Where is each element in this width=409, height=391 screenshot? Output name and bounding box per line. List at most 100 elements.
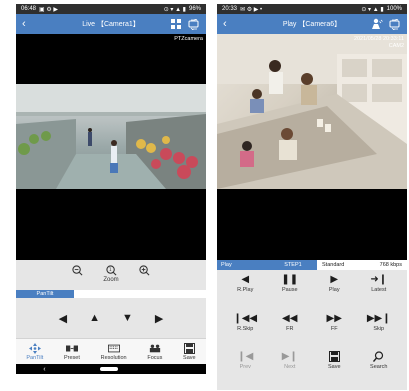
- system-back-icon[interactable]: ‹: [43, 366, 45, 373]
- status-bar: 06:48 ▣ ⚙ ▶ ⊙ ▾ ▲ ▮ 96%: [16, 4, 206, 14]
- nav-focus[interactable]: Focus: [147, 343, 162, 361]
- reverse-play-button[interactable]: ◀ R.Play: [223, 274, 268, 309]
- ctrl-label: R.Skip: [237, 325, 254, 332]
- pan-left-button[interactable]: ◀: [59, 312, 67, 325]
- tab-play[interactable]: Play: [217, 260, 269, 270]
- pan-right-button[interactable]: ▶: [155, 312, 163, 325]
- app-header: ‹ Play 【Camera6】: [217, 14, 407, 34]
- play-button[interactable]: ▶ Play: [312, 274, 357, 309]
- camera-feed-pharmacy: 2021/05/28 20:33:11 CAM2: [217, 34, 407, 189]
- nav-pantilt[interactable]: PanTilt: [26, 342, 44, 361]
- save-icon: [183, 342, 195, 354]
- camera-feed-supermarket: [16, 84, 206, 189]
- home-pill[interactable]: [100, 367, 119, 371]
- person-settings-icon[interactable]: [371, 18, 383, 30]
- video-view[interactable]: 2021/05/28 20:33:11 CAM2: [217, 34, 407, 260]
- ctrl-label: Latest: [371, 287, 387, 293]
- zoom-in-button[interactable]: [139, 265, 150, 276]
- playback-controls: ◀ R.Play ❚❚ Pause ▶ Play ➜❙ Latest ❙◀◀ R.Skip…: [217, 270, 407, 390]
- notification-icons: ✉ ⚙ ▶ •: [240, 6, 263, 13]
- battery-level: 96%: [188, 6, 201, 12]
- zoom-out-icon: [72, 265, 83, 276]
- nav-preset[interactable]: Preset: [64, 343, 80, 361]
- fast-forward-icon: ▶▶: [326, 312, 342, 324]
- skip-icon: ▶▶❙: [366, 312, 391, 324]
- resolution-icon: [107, 343, 120, 354]
- ctrl-label: Play: [328, 287, 340, 293]
- app-header: ‹ Live 【Camera1】: [16, 14, 206, 34]
- reverse-play-icon: ◀: [241, 274, 250, 285]
- status-bar: 20:33 ✉ ⚙ ▶ • ⊙ ▾ ▲ ▮ 100%: [217, 4, 407, 14]
- control-tabs: PanTilt: [16, 290, 206, 298]
- pantilt-controls: ◀ ▲ ▼ ▶: [16, 298, 206, 338]
- back-arrow-icon[interactable]: ‹: [22, 18, 34, 30]
- grid-layout-icon[interactable]: [170, 18, 182, 30]
- status-time: 06:48: [21, 6, 37, 12]
- status-icons: ⊙ ▾ ▲ ▮: [361, 6, 384, 13]
- pause-button[interactable]: ❚❚ Pause: [268, 274, 313, 309]
- playback-tabs: Play STEP1 Standard 768 kbps: [217, 260, 407, 270]
- skip-button[interactable]: ▶▶❙ Skip: [357, 313, 402, 348]
- playback-overlay: 2021/05/28 20:33:11 CAM2: [354, 36, 404, 50]
- stream-bitrate: 768 kbps: [379, 262, 402, 268]
- ctrl-label: Search: [370, 364, 388, 371]
- tab-pantilt[interactable]: PanTilt: [16, 290, 74, 298]
- back-arrow-icon[interactable]: ‹: [223, 18, 235, 30]
- nav-preset-label: Preset: [64, 354, 80, 361]
- ctrl-label: Skip: [373, 325, 385, 332]
- nav-save[interactable]: Save: [183, 342, 196, 361]
- ctrl-label: FR: [286, 325, 294, 332]
- nav-focus-label: Focus: [147, 354, 163, 361]
- nav-save-label: Save: [183, 354, 196, 361]
- tab-step[interactable]: STEP1: [269, 260, 317, 270]
- ctrl-label: Prev: [239, 364, 251, 371]
- tilt-down-button[interactable]: ▼: [122, 312, 133, 324]
- camera-label: PTZcamera: [174, 36, 203, 42]
- ctrl-label: R.Play: [237, 287, 254, 293]
- latest-button[interactable]: ➜❙ Latest: [357, 274, 402, 309]
- fast-forward-button[interactable]: ▶▶ FF: [312, 313, 357, 348]
- camera-label: CAM2: [388, 43, 404, 50]
- next-icon: ▶❙: [281, 351, 298, 363]
- stream-info: Standard 768 kbps: [317, 260, 407, 270]
- zoom-in-icon: [139, 265, 150, 276]
- ctrl-label: Save: [327, 364, 341, 371]
- ctrl-label: FF: [330, 325, 338, 332]
- play-icon: ▶: [330, 274, 339, 285]
- focus-icon: [149, 343, 161, 354]
- notification-icons: ▣ ⚙ ▶: [39, 6, 59, 13]
- next-button[interactable]: ▶❙ Next: [268, 351, 313, 386]
- playback-screen: 20:33 ✉ ⚙ ▶ • ⊙ ▾ ▲ ▮ 100% ‹ Play 【Camer…: [217, 4, 407, 390]
- status-time: 20:33: [222, 6, 238, 12]
- camera-switch-icon[interactable]: [188, 18, 200, 30]
- camera-switch-icon[interactable]: [389, 18, 401, 30]
- video-view[interactable]: PTZcamera: [16, 34, 206, 260]
- nav-resolution-label: Resolution: [100, 354, 127, 361]
- status-icons: ⊙ ▾ ▲ ▮: [163, 6, 186, 13]
- pause-icon: ❚❚: [281, 274, 299, 285]
- nav-resolution[interactable]: Resolution: [101, 343, 127, 361]
- pantilt-icon: [28, 342, 41, 354]
- zoom-reset-button[interactable]: 1 Zoom: [103, 265, 119, 283]
- ctrl-label: Pause: [281, 287, 298, 293]
- bottom-nav: PanTilt Preset Resolution Focus Save: [16, 338, 206, 364]
- tilt-up-button[interactable]: ▲: [89, 312, 100, 324]
- nav-pantilt-label: PanTilt: [26, 354, 44, 361]
- reverse-skip-button[interactable]: ❙◀◀ R.Skip: [223, 313, 268, 348]
- search-button[interactable]: Search: [357, 351, 402, 386]
- zoom-label: Zoom: [103, 277, 119, 283]
- stream-quality[interactable]: Standard: [322, 262, 344, 268]
- prev-button[interactable]: ❙◀ Prev: [223, 351, 268, 386]
- prev-icon: ❙◀: [237, 351, 254, 363]
- live-screen: 06:48 ▣ ⚙ ▶ ⊙ ▾ ▲ ▮ 96% ‹ Live 【Camera1】…: [16, 4, 206, 390]
- latest-icon: ➜❙: [370, 274, 388, 285]
- fast-rewind-button[interactable]: ◀◀ FR: [268, 313, 313, 348]
- save-icon: [328, 351, 340, 363]
- battery-level: 100%: [386, 6, 402, 12]
- save-button[interactable]: Save: [312, 351, 357, 386]
- preset-icon: [65, 343, 78, 354]
- system-nav-bar: ‹: [16, 364, 206, 374]
- zoom-reset-icon: 1: [105, 265, 116, 276]
- zoom-out-button[interactable]: [72, 265, 83, 276]
- zoom-controls: 1 Zoom: [16, 260, 206, 290]
